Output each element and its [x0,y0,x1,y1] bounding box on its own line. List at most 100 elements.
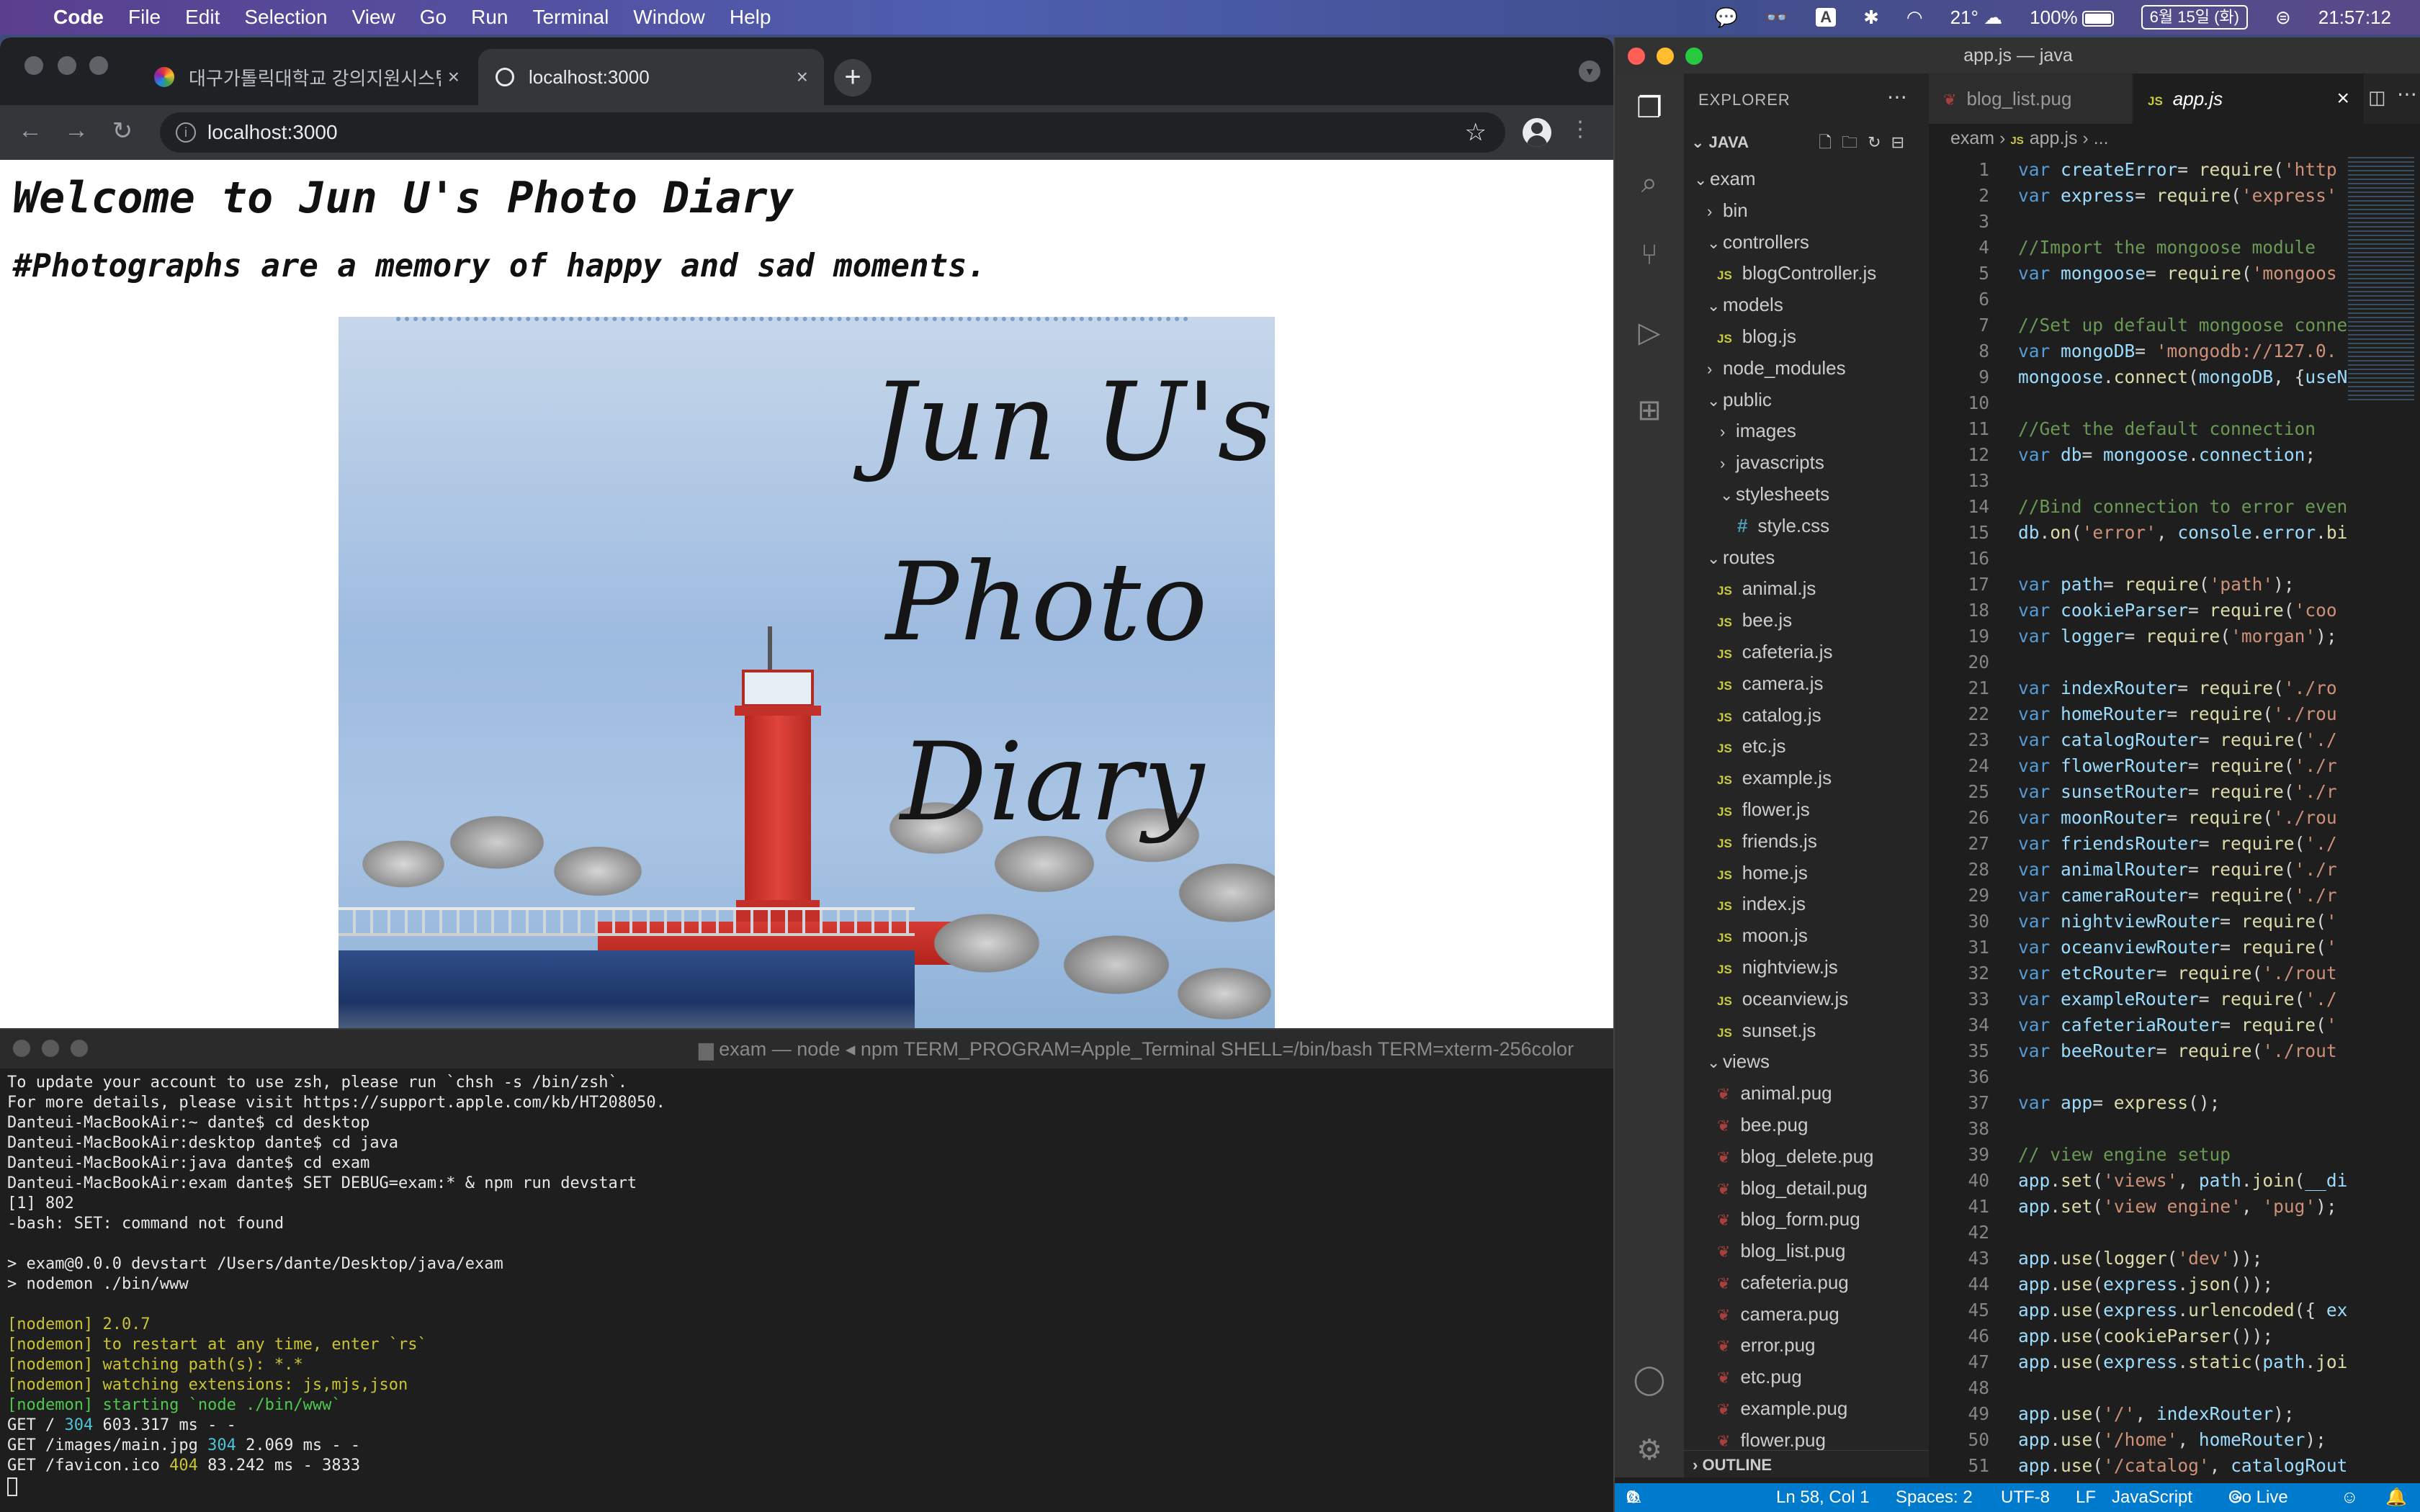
menu-edit[interactable]: Edit [185,6,220,29]
explorer-icon[interactable]: ❐ [1632,91,1667,125]
close-tab-icon[interactable]: × [797,66,808,89]
line-ending[interactable]: LF [2076,1483,2096,1512]
menu-run[interactable]: Run [471,6,508,29]
tree-item[interactable]: ⌄ public [1684,384,1929,415]
tree-item[interactable]: ❦ error.pug [1684,1329,1929,1361]
browser-tab-localhost[interactable]: localhost:3000 × [478,49,824,105]
explorer-more-icon[interactable]: ⋯ [1887,85,1907,109]
close-terminal-button[interactable] [13,1040,30,1057]
tree-item[interactable]: ⌄ routes [1684,541,1929,573]
tree-item[interactable]: › bin [1684,194,1929,226]
tree-item[interactable]: ❦ bee.pug [1684,1109,1929,1140]
account-icon[interactable]: ◯ [1632,1362,1667,1397]
tree-item[interactable]: ⌄ models [1684,289,1929,320]
zoom-terminal-button[interactable] [71,1040,88,1057]
tree-item[interactable]: ❦ example.pug [1684,1392,1929,1424]
zoom-window-button[interactable] [89,56,108,75]
tree-item[interactable]: ❦ cafeteria.pug [1684,1266,1929,1298]
minimize-terminal-button[interactable] [42,1040,59,1057]
encoding[interactable]: UTF-8 [2001,1483,2050,1512]
tree-item[interactable]: ❦ animal.pug [1684,1077,1929,1109]
close-window-button[interactable] [1628,48,1645,65]
new-tab-button[interactable]: + [834,59,871,96]
minimize-window-button[interactable] [58,56,76,75]
clock[interactable]: 21:57:12 [2318,6,2391,29]
split-editor-icon[interactable]: ◫ [2368,86,2386,109]
tree-item[interactable]: JS home.js [1684,857,1929,888]
menu-go[interactable]: Go [420,6,447,29]
bookmark-star-icon[interactable]: ☆ [1465,112,1487,153]
wifi-icon[interactable]: ◠ [1906,6,1923,29]
tree-item[interactable]: ⌄ controllers [1684,226,1929,258]
source-control-icon[interactable]: ⑂ [1632,238,1667,272]
code-editor[interactable]: 1 var createError= require('http 2 var expr… [1929,157,2420,1511]
editor-tab-blog-list[interactable]: ❦ blog_list.pug [1929,73,2132,124]
tree-item[interactable]: JS cafeteria.js [1684,636,1929,667]
close-tab-icon[interactable]: × [2336,73,2349,124]
collapse-all-icon[interactable]: ⊟ [1891,133,1914,151]
site-info-icon[interactable]: i [176,122,196,143]
search-icon[interactable]: ⌕ [1632,166,1667,200]
workspace-header[interactable]: ⌄ JAVA 🗋🗀↻⊟ [1691,128,1922,157]
tree-item[interactable]: ❦ etc.pug [1684,1361,1929,1392]
close-tab-icon[interactable]: × [448,66,460,89]
menu-window[interactable]: Window [633,6,705,29]
menu-terminal[interactable]: Terminal [532,6,609,29]
menu-file[interactable]: File [128,6,161,29]
breadcrumb-folder[interactable]: exam [1950,128,1994,148]
tree-item[interactable]: JS bee.js [1684,604,1929,636]
chat-icon[interactable]: 💬 [1714,6,1737,29]
tree-item[interactable]: JS example.js [1684,762,1929,793]
weather-widget[interactable]: 21° ☁ [1950,6,2003,29]
tree-item[interactable]: JS camera.js [1684,667,1929,699]
breadcrumb-file[interactable]: app.js [2030,128,2078,148]
menu-kebab-icon[interactable]: ⋮ [1564,117,1596,142]
run-debug-icon[interactable]: ▷ [1632,315,1667,350]
new-file-icon[interactable]: 🗋 [1819,133,1842,151]
tree-item[interactable]: ❦ blog_form.pug [1684,1203,1929,1235]
tree-item[interactable]: JS nightview.js [1684,951,1929,983]
bluetooth-icon[interactable]: ✱ [1863,6,1879,29]
tree-item[interactable]: › javascripts [1684,446,1929,478]
battery-status[interactable]: 100% [2030,6,2114,29]
refresh-icon[interactable]: ↻ [1868,133,1891,151]
glasses-icon[interactable]: 👓 [1765,6,1788,29]
tree-item[interactable]: JS blogController.js [1684,257,1929,289]
profile-icon[interactable] [1523,118,1551,147]
tree-item[interactable]: JS index.js [1684,888,1929,919]
tree-item[interactable]: ❦ blog_detail.pug [1684,1172,1929,1204]
address-bar[interactable]: i localhost:3000 ☆ [160,112,1505,153]
minimize-window-button[interactable] [1657,48,1674,65]
reload-button[interactable]: ↻ [107,117,138,145]
tree-item[interactable]: JS friends.js [1684,825,1929,857]
tree-item[interactable]: JS etc.js [1684,730,1929,762]
tree-item[interactable]: JS sunset.js [1684,1014,1929,1046]
input-source-icon[interactable]: A [1816,8,1837,27]
browser-tab-lms[interactable]: 대구가톨릭대학교 강의지원시스템 Sy × [137,49,475,105]
control-center-icon[interactable]: ⊜ [2275,6,2291,29]
tree-item[interactable]: JS flower.js [1684,793,1929,825]
menu-view[interactable]: View [352,6,395,29]
notification-bell-icon[interactable]: 🔔 [2385,1483,2407,1512]
tree-item[interactable]: JS moon.js [1684,919,1929,951]
tree-item[interactable]: › node_modules [1684,352,1929,384]
tree-item[interactable]: ⌄ views [1684,1045,1929,1077]
indentation[interactable]: Spaces: 2 [1896,1483,1973,1512]
tree-item[interactable]: › images [1684,415,1929,446]
minimap[interactable] [2348,157,2414,402]
date-display[interactable]: 6월 15일 (화) [2141,5,2248,30]
language-mode[interactable]: JavaScript [2112,1483,2192,1512]
cursor-position[interactable]: Ln 58, Col 1 [1776,1483,1869,1512]
tree-item[interactable]: # style.css [1684,510,1929,541]
menu-help[interactable]: Help [730,6,771,29]
feedback-icon[interactable]: ☺ [2341,1483,2359,1512]
tree-item[interactable]: ❦ camera.pug [1684,1298,1929,1330]
tree-item[interactable]: ❦ blog_delete.pug [1684,1140,1929,1172]
editor-tab-app-js[interactable]: JS app.js × [2133,73,2364,124]
settings-gear-icon[interactable]: ⚙ [1632,1433,1667,1467]
zoom-window-button[interactable] [1685,48,1703,65]
app-menu[interactable]: Code [53,6,104,29]
outline-section[interactable]: › OUTLINE [1684,1450,1929,1479]
tree-item[interactable]: ⌄ exam [1684,163,1929,194]
back-button[interactable]: ← [14,117,46,145]
